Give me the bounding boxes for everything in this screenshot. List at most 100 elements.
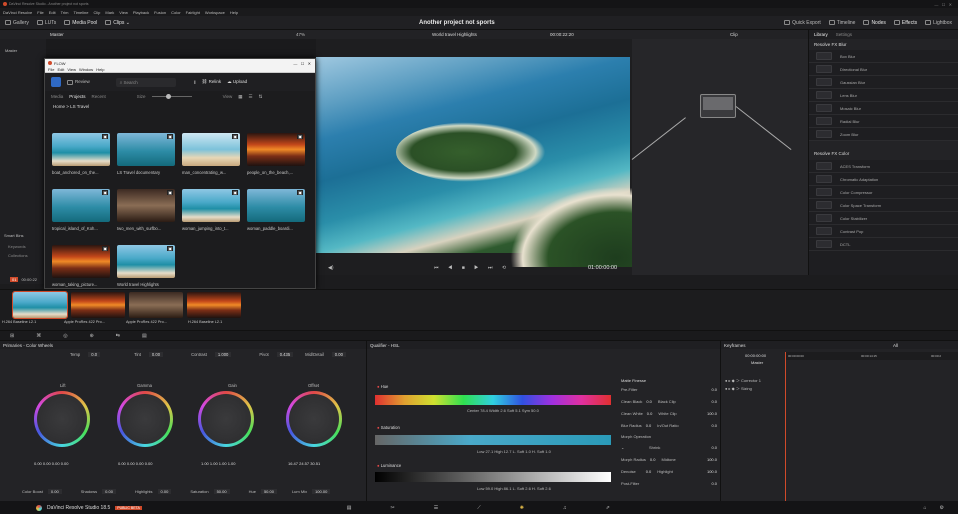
- flow-menu-help[interactable]: Help: [96, 67, 104, 72]
- menu-workspace[interactable]: Workspace: [205, 10, 225, 15]
- gain-wheel[interactable]: [198, 391, 254, 447]
- saturation-value[interactable]: 50.00: [213, 489, 230, 494]
- blur-effect-item[interactable]: Gaussian Blur: [809, 76, 958, 89]
- playhead[interactable]: [785, 352, 786, 501]
- play-controls[interactable]: ⏮ ◀ ■ ▶ ⏭ ⟲: [434, 265, 510, 271]
- mid-detail-value[interactable]: 0.00: [331, 352, 346, 357]
- media-item[interactable]: ▣ LS Travel documentary: [117, 133, 177, 175]
- menu-clip[interactable]: Clip: [93, 10, 100, 15]
- page-fusion-icon[interactable]: ⟋: [477, 505, 481, 511]
- timeline-name[interactable]: World travel Highlights: [432, 32, 477, 37]
- saturation-bar[interactable]: [375, 435, 611, 445]
- blur-effect-item[interactable]: Lens Blur: [809, 89, 958, 102]
- color-effect-item[interactable]: ACES Transform: [809, 160, 958, 173]
- tab-settings[interactable]: Settings: [836, 32, 852, 37]
- nodes-button[interactable]: Nodes: [863, 20, 886, 26]
- clip-thumbnail[interactable]: [71, 292, 125, 318]
- tab-recent[interactable]: Recent: [92, 94, 106, 99]
- flow-menu-window[interactable]: Window: [79, 67, 93, 72]
- lift-wheel[interactable]: [34, 391, 90, 447]
- luts-button[interactable]: LUTs: [36, 20, 56, 26]
- search-box[interactable]: ⌕ Search: [115, 77, 176, 87]
- page-deliver-icon[interactable]: ⇗: [606, 505, 610, 511]
- flow-window-controls[interactable]: — ☐ ✕: [293, 61, 311, 66]
- midtone-value[interactable]: 100.0: [707, 457, 717, 462]
- morph-radius-value[interactable]: 0.0: [650, 457, 656, 462]
- menu-davinci-resolve[interactable]: DaVinci Resolve: [3, 10, 32, 15]
- color-effect-item[interactable]: DCTL: [809, 238, 958, 251]
- clip-thumbnail[interactable]: [12, 291, 68, 319]
- page-edit-icon[interactable]: ☰: [434, 505, 438, 511]
- color-effect-item[interactable]: Contrast Pop: [809, 225, 958, 238]
- matte-value-a[interactable]: 0.0: [646, 423, 652, 428]
- flow-menu-view[interactable]: View: [67, 67, 76, 72]
- color-effect-item[interactable]: Color Space Transform: [809, 199, 958, 212]
- page-media-icon[interactable]: ▤: [347, 505, 352, 511]
- media-item[interactable]: ▣ people_on_the_beach,...: [247, 133, 307, 175]
- node-01[interactable]: [700, 94, 736, 118]
- menu-playback[interactable]: Playback: [133, 10, 149, 15]
- media-item[interactable]: ▣ man_concentrating_w...: [182, 133, 242, 175]
- clip-thumbnail[interactable]: [129, 292, 183, 318]
- menu-fairlight[interactable]: Fairlight: [186, 10, 200, 15]
- pivot-value[interactable]: 0.435: [276, 352, 294, 357]
- media-item[interactable]: ▣ boat_anchored_on_the...: [52, 133, 112, 175]
- flow-menu-file[interactable]: File: [48, 67, 54, 72]
- matte-value-b[interactable]: 0.0: [711, 399, 717, 404]
- page-cut-icon[interactable]: ✂: [391, 505, 395, 511]
- hue-bar[interactable]: [375, 395, 611, 405]
- matte-value-a[interactable]: 0.0: [646, 399, 652, 404]
- color-header[interactable]: Resolve FX Color: [809, 141, 958, 160]
- tab-projects[interactable]: Projects: [69, 94, 85, 99]
- color-boost-value[interactable]: 0.00: [47, 489, 62, 494]
- volume-icon[interactable]: ◀): [328, 265, 334, 271]
- menu-edit[interactable]: Edit: [49, 10, 56, 15]
- upload-button[interactable]: ☁ Upload: [227, 79, 247, 85]
- luminance-bar[interactable]: [375, 472, 611, 482]
- blur-effect-item[interactable]: Radial Blur: [809, 115, 958, 128]
- lightbox-button[interactable]: Lightbox: [925, 20, 952, 26]
- breadcrumb[interactable]: Home > LS Travel: [45, 102, 315, 111]
- palette-icon-3[interactable]: ◎: [63, 333, 67, 339]
- clips-button[interactable]: Clips ⌄: [105, 20, 130, 26]
- hue-value[interactable]: 50.00: [260, 489, 277, 494]
- list-view-icon[interactable]: ☰: [249, 94, 253, 100]
- home-icon[interactable]: ⌂: [923, 505, 926, 511]
- color-effect-item[interactable]: Color Stabilizer: [809, 212, 958, 225]
- lum-mix-value[interactable]: 100.00: [312, 489, 331, 494]
- palette-icon-1[interactable]: ⊞: [10, 333, 14, 339]
- timeline-button[interactable]: Timeline: [828, 20, 855, 26]
- denoise-value[interactable]: 0.0: [646, 469, 652, 474]
- color-effect-item[interactable]: Chromatic Adaptation: [809, 173, 958, 186]
- highlights-value[interactable]: 0.00: [157, 489, 172, 494]
- blur-effect-item[interactable]: Directional Blur: [809, 63, 958, 76]
- gamma-wheel[interactable]: [117, 391, 173, 447]
- pre-filter-value[interactable]: 0.0: [711, 387, 717, 392]
- matte-value-a[interactable]: 0.0: [647, 411, 653, 416]
- shadows-value[interactable]: 0.00: [102, 489, 116, 494]
- menu-help[interactable]: Help: [230, 10, 238, 15]
- menu-file[interactable]: File: [37, 10, 43, 15]
- clip-thumbnail[interactable]: [187, 292, 241, 318]
- tint-value[interactable]: 0.00: [148, 352, 164, 357]
- page-color-icon[interactable]: ✺: [520, 505, 524, 511]
- quick-export-button[interactable]: Quick Export: [784, 20, 821, 26]
- menu-mark[interactable]: Mark: [105, 10, 114, 15]
- media-item[interactable]: ▣ woman_paddle_boardi...: [247, 189, 307, 231]
- tab-library[interactable]: Library: [814, 32, 828, 37]
- settings-icon[interactable]: ⚙: [940, 505, 944, 511]
- color-effect-item[interactable]: Color Compressor: [809, 186, 958, 199]
- highlight-value[interactable]: 100.0: [707, 469, 717, 474]
- grid-icon[interactable]: [51, 77, 61, 87]
- menu-timeline[interactable]: Timeline: [74, 10, 89, 15]
- track-corrector[interactable]: ● ▸ ◆ ＞ Corrector 1: [725, 378, 761, 384]
- palette-icon-6[interactable]: ▤: [142, 333, 147, 339]
- zoom-level[interactable]: 47%: [296, 32, 305, 37]
- window-controls[interactable]: — ☐ ✕: [934, 2, 952, 7]
- track-sizing[interactable]: ● ▸ ◆ ＞ Sizing: [725, 386, 752, 392]
- menu-trim[interactable]: Trim: [61, 10, 69, 15]
- effects-button[interactable]: Effects: [893, 20, 917, 26]
- media-item[interactable]: ▣ World travel Highlights: [117, 245, 177, 287]
- keywords-item[interactable]: Keywords: [8, 244, 26, 249]
- palette-icon-5[interactable]: ⇆: [116, 333, 120, 339]
